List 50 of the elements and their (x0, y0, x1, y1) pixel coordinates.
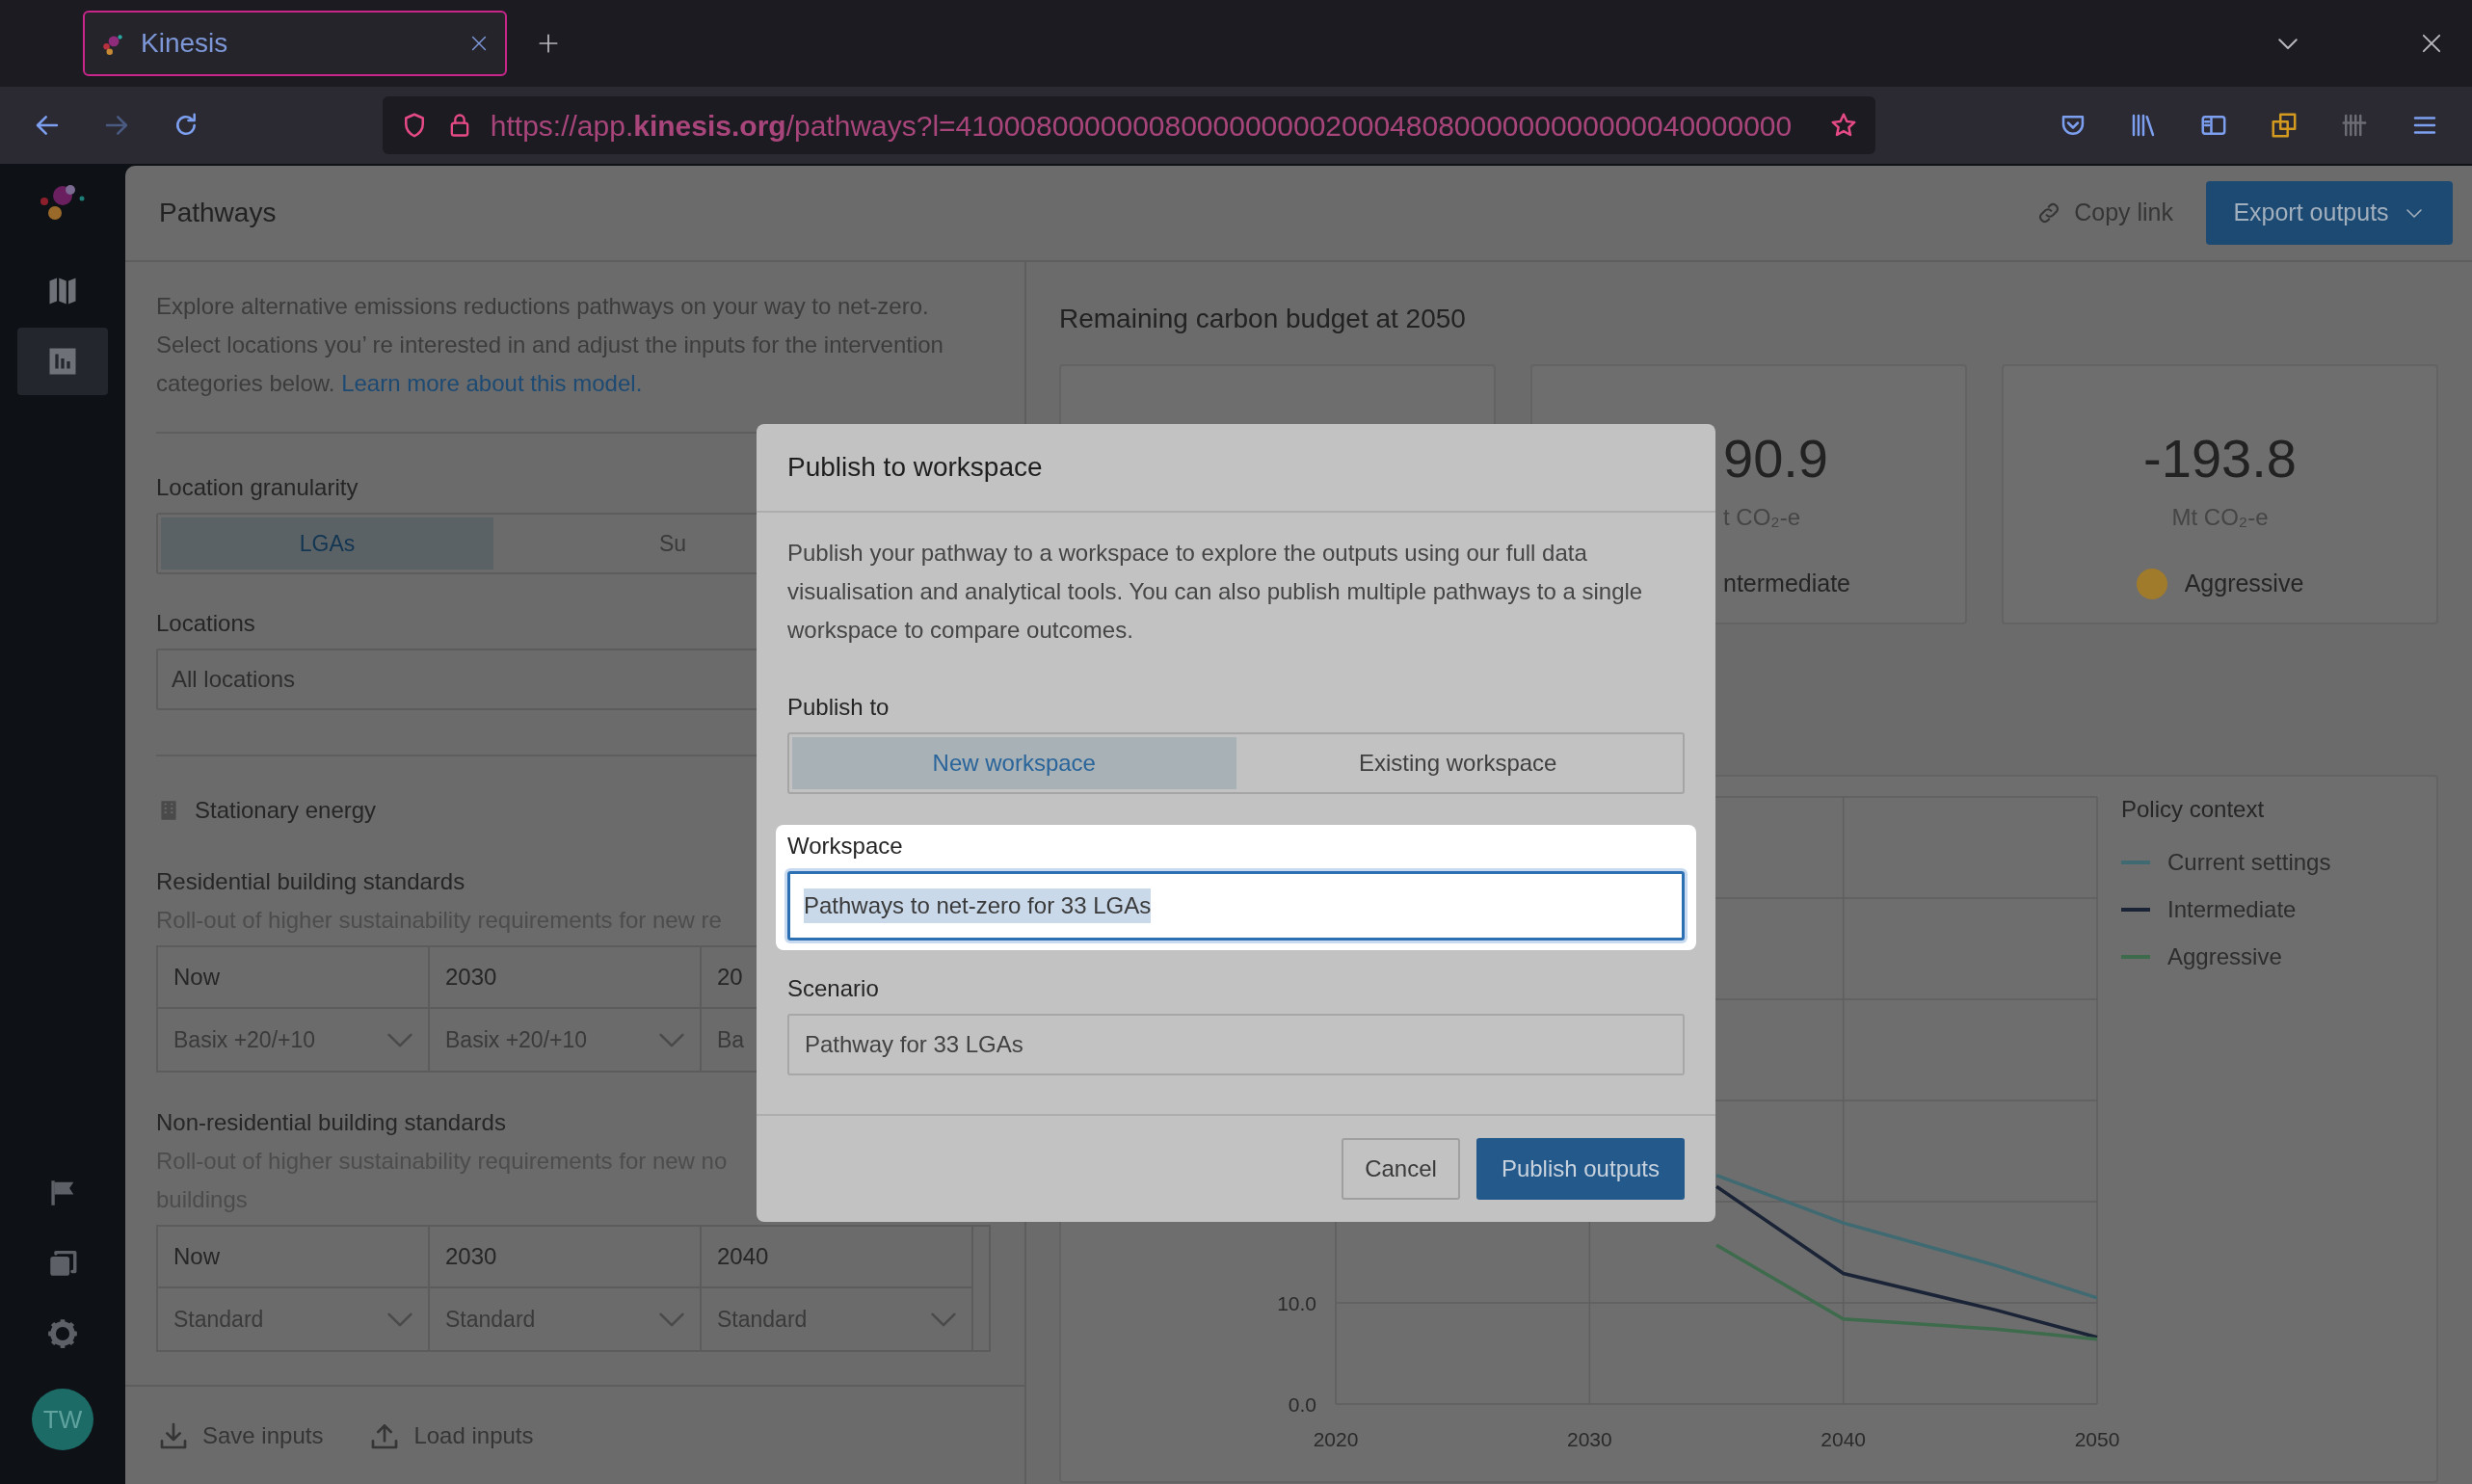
field-label: Scenario (787, 974, 880, 1003)
browser-tab[interactable]: Kinesis (83, 11, 507, 76)
export-button[interactable]: Export outputs (2206, 181, 2453, 245)
segment-tab[interactable]: LGAs (161, 517, 493, 570)
publish-button[interactable]: Publish outputs (1475, 1138, 1685, 1200)
axis-label: 2050 (2074, 1428, 2120, 1450)
field-label: Workspace (787, 832, 904, 861)
section-title: Stationary energy (195, 796, 377, 825)
column-header: 2030 (430, 1227, 702, 1288)
scenario-label: ntermediate (1723, 569, 1851, 599)
chevron-down-icon (387, 1032, 412, 1047)
column-header: 2030 (430, 947, 702, 1009)
chevron-down-icon (659, 1312, 684, 1327)
section-title: Remaining carbon budget at 2050 (1059, 303, 1467, 335)
setting-title: Non-residential building standards (156, 1108, 506, 1137)
column-header: Now (158, 1227, 430, 1288)
legend-title: Policy context (2121, 795, 2266, 824)
column-header: Now (158, 947, 430, 1009)
column-header: 2040 (702, 1227, 973, 1288)
axis-label: 2040 (1821, 1428, 1867, 1450)
field-label: Locations (156, 609, 255, 638)
budget-value: -193.8 (2143, 427, 2297, 490)
setting-title: Residential building standards (156, 867, 465, 896)
axis-label: 2030 (1566, 1428, 1612, 1450)
cancel-button[interactable]: Cancel (1342, 1138, 1460, 1200)
learn-more-link[interactable]: Learn more about this model. (341, 370, 643, 396)
segment-tab[interactable]: New workspace (792, 737, 1236, 789)
chevron-down-icon (931, 1312, 956, 1327)
legend-label: Intermediate (2167, 894, 2297, 924)
settings-icon[interactable] (46, 1317, 79, 1350)
address-bar[interactable]: https://app.kinesis.org/pathways?l=4100080000000800000000020004808000000000000040000000 (382, 96, 1876, 154)
sidebar-item[interactable] (17, 328, 108, 395)
scenario-label: Aggressive (2184, 569, 2304, 599)
legend-label: Aggressive (2167, 941, 2282, 971)
url-text: https://app.kinesis.org/pathways?l=4100080000000800000000020004808000000000000040000000 (490, 108, 1794, 144)
chevron-down-icon (387, 1312, 412, 1327)
budget-value: 90.9 (1723, 427, 1828, 490)
page-title: Pathways (159, 197, 278, 229)
input-field[interactable]: Pathways to net-zero for 33 LGAs (787, 871, 1685, 941)
chevron-down-icon (659, 1032, 684, 1047)
dialog-description: Publish your pathway to a workspace to explore the outputs using our full data visualisation and analytical tools. You can also publish multiple pathways to a single workspace to compare outcomes. (787, 539, 1644, 645)
avatar[interactable]: TW (32, 1389, 93, 1450)
input-field[interactable]: Pathway for 33 LGAs (787, 1014, 1685, 1075)
field-label: Location granularity (156, 473, 359, 502)
axis-label: 2020 (1313, 1428, 1359, 1450)
legend-label: Current settings (2167, 847, 2331, 877)
axis-label: 10.0 (1277, 1292, 1316, 1314)
axis-label: 0.0 (1288, 1393, 1316, 1416)
dialog-title: Publish to workspace (787, 451, 1043, 484)
segment-tab[interactable]: Existing workspace (1236, 737, 1680, 789)
